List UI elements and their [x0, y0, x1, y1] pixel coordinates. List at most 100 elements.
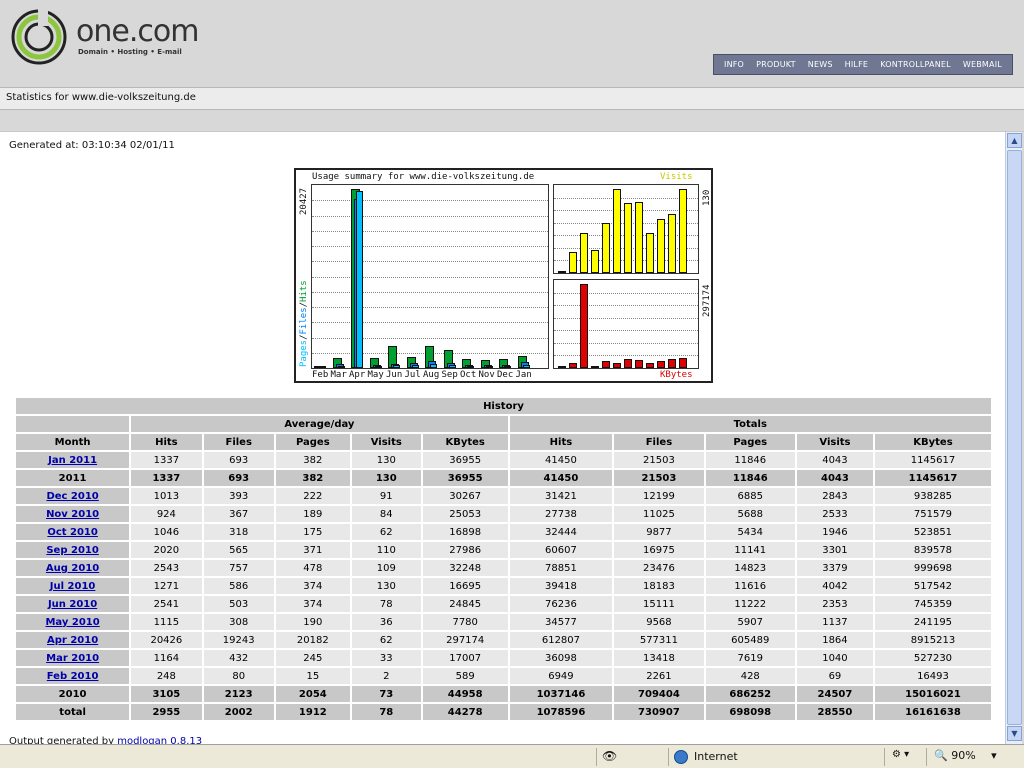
nav-webmail[interactable]: WEBMAIL — [963, 60, 1002, 69]
value-cell: 698098 — [703, 702, 797, 722]
nav-kontrollpanel[interactable]: KONTROLLPANEL — [880, 60, 951, 69]
zoom-dropdown-icon[interactable]: ▾ — [991, 749, 997, 762]
value-cell: 84 — [349, 504, 423, 524]
grid-line — [312, 231, 548, 232]
value-cell: 686252 — [703, 684, 797, 704]
value-cell: 297174 — [420, 630, 510, 650]
value-cell: 62 — [349, 522, 423, 542]
value-cell: 20182 — [273, 630, 352, 650]
grid-line — [312, 292, 548, 293]
value-cell: 5688 — [703, 504, 797, 524]
value-cell: 27986 — [420, 540, 510, 560]
scroll-up-button[interactable]: ▲ — [1007, 133, 1022, 148]
grid-line — [554, 305, 698, 306]
chart-title: Usage summary for www.die-volkszeitung.d… — [312, 172, 535, 182]
generated-time: Generated at: 03:10:34 02/01/11 — [9, 140, 175, 151]
brand-name: one.com — [76, 14, 199, 49]
value-cell: 2353 — [794, 594, 875, 614]
month-label: Jan — [515, 370, 532, 380]
output-footer: Output generated by modlogan 0.8.13 — [9, 736, 202, 744]
value-cell: 1040 — [794, 648, 875, 668]
visits-scale-label: 130 — [702, 189, 712, 206]
value-cell: 589 — [420, 666, 510, 686]
value-cell: 36955 — [420, 450, 510, 470]
scroll-thumb[interactable] — [1007, 150, 1022, 725]
summary-row: 2011 1337 693 382 130 36955 41450 21503 11846 404… — [13, 468, 994, 488]
col-header-hits: Hits — [129, 432, 204, 452]
nav-info[interactable]: INFO — [724, 60, 744, 69]
nav-produkt[interactable]: PRODUKT — [756, 60, 796, 69]
value-cell: 565 — [201, 540, 276, 560]
value-cell: 382 — [273, 468, 352, 488]
month-label: Mar — [330, 370, 347, 380]
month-cell: total — [13, 702, 132, 722]
value-cell: 245 — [273, 648, 352, 668]
month-row: Sep 2010 2020 565 371 110 27986 60607 16975 1114… — [13, 540, 994, 560]
month-row: Jan 2011 1337 693 382 130 36955 41450 21503 1184… — [13, 450, 994, 470]
month-link[interactable]: Dec 2010 — [46, 491, 98, 502]
value-cell: 1271 — [129, 576, 204, 596]
visits-bar — [679, 189, 687, 273]
grid-line — [312, 246, 548, 247]
grid-line — [312, 200, 548, 201]
month-link[interactable]: Apr 2010 — [47, 635, 98, 646]
value-cell: 21503 — [612, 450, 706, 470]
grid-line — [312, 216, 548, 217]
month-label: Apr — [349, 370, 366, 380]
month-link[interactable]: Jan 2011 — [48, 455, 97, 466]
kbytes-bar — [613, 363, 621, 368]
value-cell: 73 — [349, 684, 423, 704]
month-link[interactable]: Mar 2010 — [46, 653, 99, 664]
value-cell: 374 — [273, 594, 352, 614]
month-cell: May 2010 — [13, 612, 132, 632]
month-link[interactable]: May 2010 — [45, 617, 99, 628]
visits-bar — [668, 214, 676, 273]
value-cell: 1164 — [129, 648, 204, 668]
nav-news[interactable]: NEWS — [808, 60, 833, 69]
legend-sep-1: / — [299, 334, 309, 340]
value-cell: 28550 — [794, 702, 875, 722]
value-cell: 2261 — [612, 666, 706, 686]
header: one.com Domain • Hosting • E-mail INFO PR… — [0, 0, 1024, 88]
value-cell: 16493 — [872, 666, 994, 686]
visits-bar — [580, 233, 588, 273]
value-cell: 175 — [273, 522, 352, 542]
value-cell: 2054 — [273, 684, 352, 704]
month-link[interactable]: Nov 2010 — [46, 509, 99, 520]
month-row: Aug 2010 2543 757 478 109 32248 78851 23476 1482… — [13, 558, 994, 578]
value-cell: 241195 — [872, 612, 994, 632]
value-cell: 11141 — [703, 540, 797, 560]
value-cell: 41450 — [507, 468, 615, 488]
col-header-month: Month — [13, 432, 132, 452]
pages-bar — [319, 366, 326, 368]
column-headers: Month Hits Files Pages Visits KBytes Hits Files… — [13, 432, 994, 452]
month-cell: 2011 — [13, 468, 132, 488]
value-cell: 32444 — [507, 522, 615, 542]
value-cell: 393 — [201, 486, 276, 506]
month-link[interactable]: Aug 2010 — [46, 563, 99, 574]
value-cell: 130 — [349, 468, 423, 488]
value-cell: 4043 — [794, 468, 875, 488]
nav-hilfe[interactable]: HILFE — [845, 60, 869, 69]
month-label: Nov — [478, 370, 495, 380]
value-cell: 527230 — [872, 648, 994, 668]
month-link[interactable]: Feb 2010 — [47, 671, 99, 682]
month-link[interactable]: Jul 2010 — [50, 581, 96, 592]
protected-mode-icon[interactable]: ⚙ ▾ — [892, 749, 909, 760]
month-cell: Jun 2010 — [13, 594, 132, 614]
scroll-down-button[interactable]: ▼ — [1007, 726, 1022, 741]
value-cell: 109 — [349, 558, 423, 578]
month-link[interactable]: Sep 2010 — [46, 545, 98, 556]
vertical-scrollbar[interactable]: ▲ ▼ — [1005, 132, 1022, 744]
pages-bar — [430, 364, 437, 368]
value-cell: 9877 — [612, 522, 706, 542]
modlogan-link[interactable]: modlogan 0.8.13 — [117, 736, 202, 744]
zoom-control[interactable]: 🔍 90% ▾ — [934, 749, 997, 762]
month-cell: Feb 2010 — [13, 666, 132, 686]
brand-tagline: Domain • Hosting • E-mail — [78, 48, 182, 56]
col-header-kbytes: KBytes — [420, 432, 510, 452]
privacy-eye-icon[interactable]: 👁 — [602, 749, 617, 763]
month-link[interactable]: Oct 2010 — [47, 527, 98, 538]
month-link[interactable]: Jun 2010 — [48, 599, 97, 610]
pages-bar — [411, 365, 419, 368]
